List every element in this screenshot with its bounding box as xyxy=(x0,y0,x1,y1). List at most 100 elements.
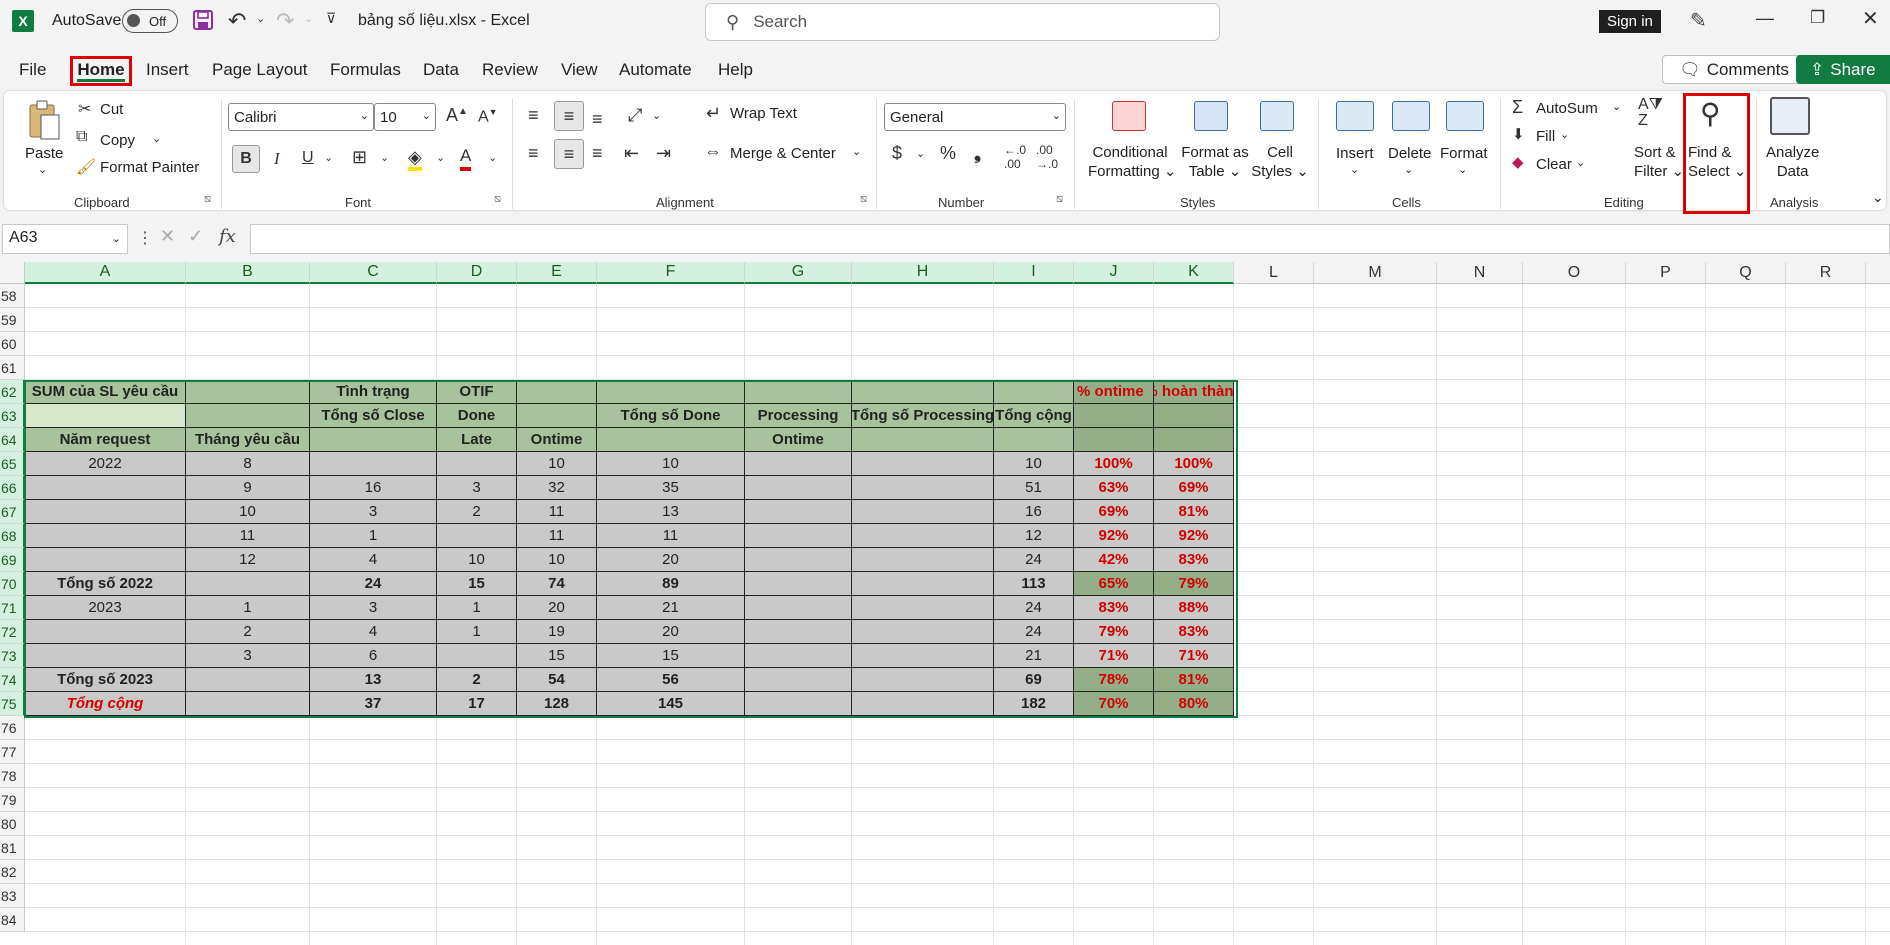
table-cell[interactable]: 16 xyxy=(994,500,1074,524)
table-cell[interactable] xyxy=(852,692,994,716)
column-header[interactable]: D xyxy=(437,262,517,284)
table-cell[interactable]: 16 xyxy=(310,476,437,500)
table-cell[interactable] xyxy=(852,572,994,596)
table-cell[interactable]: Tổng cộng xyxy=(25,692,186,716)
table-cell[interactable]: 12 xyxy=(186,548,310,572)
column-header[interactable]: O xyxy=(1523,262,1626,284)
table-cell[interactable]: 24 xyxy=(994,620,1074,644)
conditional-formatting-button[interactable]: Conditional Formatting ⌄ xyxy=(1088,143,1176,181)
cut-button[interactable]: Cut xyxy=(100,101,123,118)
row-header[interactable]: 60 xyxy=(0,332,25,356)
copy-icon[interactable]: ⧉ xyxy=(76,128,87,146)
table-cell[interactable]: 13 xyxy=(310,668,437,692)
table-cell[interactable]: 15 xyxy=(437,572,517,596)
table-cell[interactable]: 69% xyxy=(1154,476,1234,500)
table-cell[interactable]: 17 xyxy=(437,692,517,716)
align-top-icon[interactable]: ≡ xyxy=(528,105,539,126)
insert-function-icon[interactable]: fx xyxy=(219,226,236,247)
column-header[interactable]: S xyxy=(1866,262,1890,284)
paste-dropdown-icon[interactable]: ⌄ xyxy=(38,163,47,176)
table-cell[interactable] xyxy=(1154,428,1234,452)
table-cell[interactable] xyxy=(186,668,310,692)
sort-filter-button[interactable]: Sort & Filter ⌄ xyxy=(1634,143,1684,181)
table-cell[interactable] xyxy=(852,500,994,524)
table-cell[interactable]: 74 xyxy=(517,572,597,596)
row-header[interactable]: 77 xyxy=(0,740,25,764)
select-all-corner[interactable] xyxy=(0,262,25,284)
row-header[interactable]: 64 xyxy=(0,428,25,452)
table-cell[interactable] xyxy=(852,452,994,476)
column-header[interactable]: H xyxy=(852,262,994,284)
row-header[interactable]: 69 xyxy=(0,548,25,572)
underline-icon[interactable]: U xyxy=(302,149,314,167)
designer-pen-icon[interactable]: ✎ xyxy=(1690,8,1707,33)
table-cell[interactable]: 2023 xyxy=(25,596,186,620)
table-cell[interactable] xyxy=(25,644,186,668)
table-cell[interactable] xyxy=(745,476,852,500)
table-cell[interactable]: 13 xyxy=(597,500,745,524)
table-cell[interactable]: 70% xyxy=(1074,692,1154,716)
table-cell[interactable]: Tổng số Done xyxy=(597,404,745,428)
table-cell[interactable]: 37 xyxy=(310,692,437,716)
table-cell[interactable]: 24 xyxy=(994,596,1074,620)
table-cell[interactable]: 20 xyxy=(517,596,597,620)
sign-in-button[interactable]: Sign in xyxy=(1599,10,1661,33)
table-cell[interactable]: 2 xyxy=(437,668,517,692)
table-cell[interactable]: 81% xyxy=(1154,500,1234,524)
table-cell[interactable]: 15 xyxy=(517,644,597,668)
paste-icon[interactable] xyxy=(26,99,62,143)
table-cell[interactable]: 20 xyxy=(597,620,745,644)
table-cell[interactable]: 3 xyxy=(310,596,437,620)
format-dropdown-icon[interactable]: ⌄ xyxy=(1458,163,1467,176)
format-painter-button[interactable]: Format Painter xyxy=(100,159,199,176)
column-header[interactable]: E xyxy=(517,262,597,284)
tab-review[interactable]: Review xyxy=(482,60,538,80)
fill-color-dropdown-icon[interactable]: ⌄ xyxy=(436,151,445,164)
table-cell[interactable]: 19 xyxy=(517,620,597,644)
table-cell[interactable]: 10 xyxy=(186,500,310,524)
format-painter-icon[interactable]: 🖌 xyxy=(76,157,96,177)
row-header[interactable]: 73 xyxy=(0,644,25,668)
table-cell[interactable]: % hoàn thành xyxy=(1154,380,1234,404)
orientation-dropdown-icon[interactable]: ⌄ xyxy=(652,109,661,122)
merge-center-button[interactable]: Merge & Center xyxy=(730,145,836,162)
delete-dropdown-icon[interactable]: ⌄ xyxy=(1404,163,1413,176)
table-cell[interactable]: 9 xyxy=(186,476,310,500)
number-launcher-icon[interactable]: ⧅ xyxy=(1056,193,1063,206)
table-cell[interactable] xyxy=(852,524,994,548)
format-button[interactable]: Format xyxy=(1440,145,1488,162)
font-name-select[interactable]: Calibri ⌄ xyxy=(228,103,374,131)
table-cell[interactable] xyxy=(25,620,186,644)
fill-dropdown-icon[interactable]: ⌄ xyxy=(1560,128,1569,141)
table-cell[interactable] xyxy=(852,596,994,620)
wrap-text-button[interactable]: Wrap Text xyxy=(730,105,797,122)
fill-button[interactable]: Fill xyxy=(1536,128,1555,145)
table-cell[interactable]: 10 xyxy=(517,548,597,572)
table-cell[interactable]: 2 xyxy=(186,620,310,644)
table-cell[interactable] xyxy=(25,404,186,428)
table-cell[interactable] xyxy=(745,524,852,548)
table-cell[interactable] xyxy=(437,644,517,668)
table-cell[interactable] xyxy=(25,524,186,548)
undo-icon[interactable]: ↶ xyxy=(228,8,246,34)
row-header[interactable]: 66 xyxy=(0,476,25,500)
table-cell[interactable]: 1 xyxy=(310,524,437,548)
align-middle-icon[interactable]: ≡ xyxy=(554,101,584,131)
undo-dropdown-icon[interactable]: ⌄ xyxy=(256,12,265,25)
insert-button[interactable]: Insert xyxy=(1336,145,1374,162)
decrease-indent-icon[interactable]: ⇤ xyxy=(624,143,639,164)
merge-dropdown-icon[interactable]: ⌄ xyxy=(852,145,861,158)
analyze-data-icon[interactable] xyxy=(1770,97,1810,135)
table-cell[interactable]: 6 xyxy=(310,644,437,668)
table-cell[interactable]: OTIF xyxy=(437,380,517,404)
table-cell[interactable]: Năm request xyxy=(25,428,186,452)
fill-icon[interactable]: ⬇ xyxy=(1512,125,1525,143)
column-header[interactable]: I xyxy=(994,262,1074,284)
tab-view[interactable]: View xyxy=(561,60,598,80)
comments-button[interactable]: 🗨 Comments xyxy=(1662,55,1806,84)
formula-input[interactable] xyxy=(250,224,1890,254)
name-box[interactable]: A63 ⌄ xyxy=(2,224,128,254)
currency-icon[interactable]: $ xyxy=(892,143,902,164)
row-header[interactable]: 80 xyxy=(0,812,25,836)
copy-dropdown-icon[interactable]: ⌄ xyxy=(152,132,161,145)
